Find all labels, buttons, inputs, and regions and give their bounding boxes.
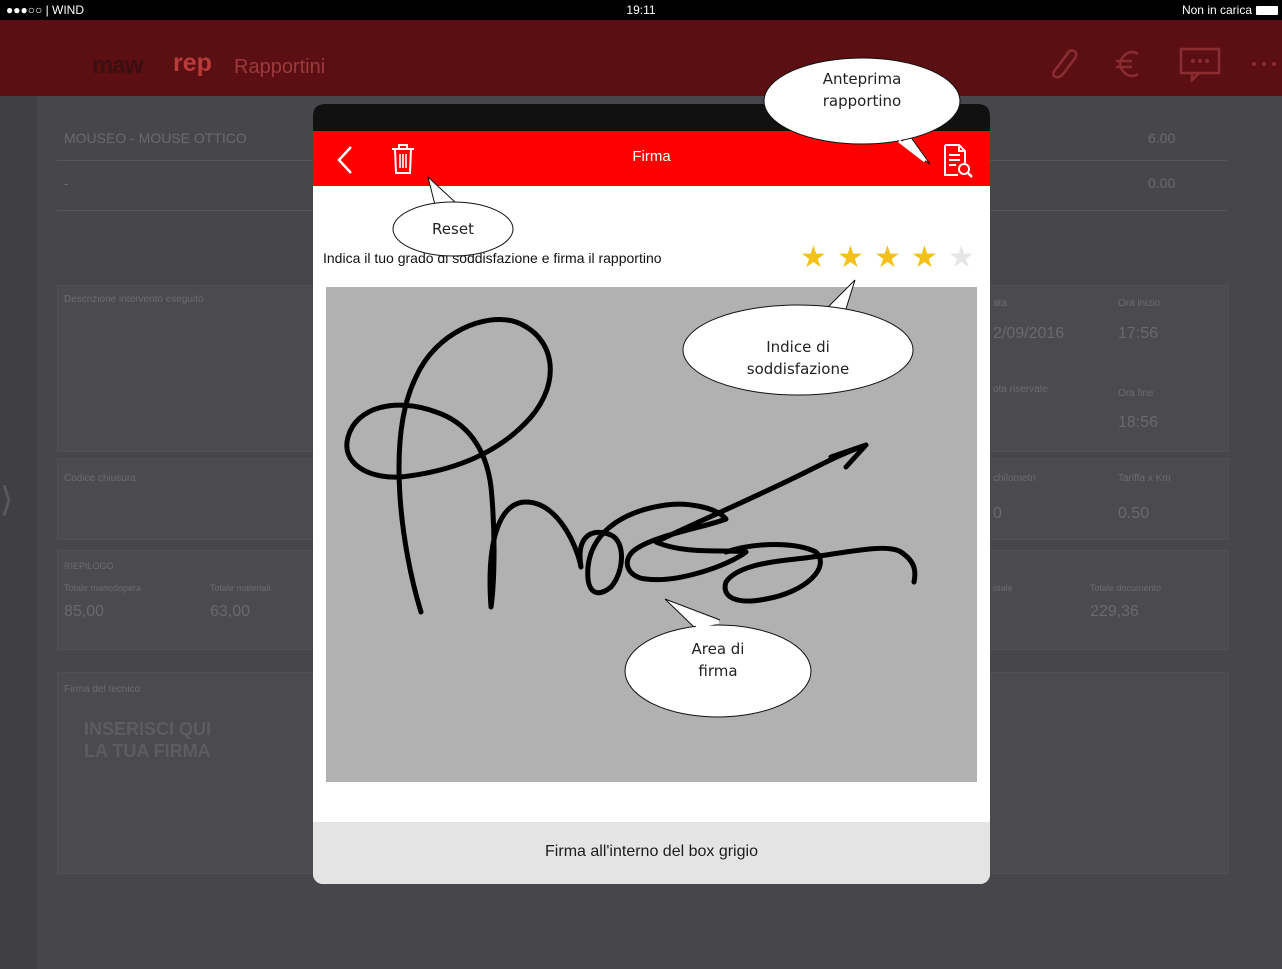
partial-total-label: otale (993, 583, 1013, 593)
km-rate-value: 0.50 (1118, 505, 1150, 522)
end-time-label: Ora fine (1118, 388, 1154, 399)
summary-label: RIEPILOGO (64, 561, 114, 571)
tech-signature-label: Firma del tecnico (64, 684, 141, 695)
km-label: chilometri (993, 473, 1036, 484)
logo-prefix: maw (92, 52, 143, 79)
battery-icon (1256, 6, 1278, 15)
start-time-label: Ora inizio (1118, 298, 1161, 309)
item-value: 6.00 (1148, 130, 1176, 146)
labor-total-value: 85,00 (64, 603, 105, 620)
signature-canvas[interactable] (326, 287, 977, 782)
closing-code-label: Codice chiusura (64, 473, 136, 484)
side-drawer-handle[interactable]: ⟩ (0, 480, 30, 530)
logo-brand: rep (173, 49, 212, 77)
date-value: 2/09/2016 (993, 325, 1065, 342)
dialog-top-strip (313, 104, 990, 131)
app-bar: maw rep Rapportini (0, 20, 1282, 96)
euro-icon[interactable] (1110, 46, 1146, 82)
item-name: MOUSEO - MOUSE OTTICO (64, 130, 247, 146)
charging-status: Non in carica (1181, 3, 1252, 17)
clock: 19:11 (626, 3, 656, 17)
star-4-icon[interactable]: ★ (906, 243, 943, 273)
rating-prompt: Indica il tuo grado di soddisfazione e f… (323, 250, 662, 266)
paperclip-icon[interactable] (1045, 46, 1081, 82)
km-rate-label: Tariffa x Km (1118, 473, 1171, 484)
signature-dialog: Firma Indica il tuo grado di soddisfazio… (313, 104, 990, 884)
reserved-notes-label: ota riservate (993, 384, 1049, 395)
dialog-header: Firma (313, 131, 990, 186)
chat-icon[interactable] (1178, 46, 1222, 82)
material-total-value: 63,00 (210, 603, 251, 620)
status-bar: ●●●○○ | WIND 19:11 Non in carica (0, 0, 1282, 20)
km-value: 0 (993, 505, 1002, 522)
placeholder-line-1: INSERISCI QUI (84, 719, 212, 739)
star-5-icon[interactable]: ★ (943, 243, 980, 273)
item-name: - (64, 175, 69, 191)
placeholder-line-2: LA TUA FIRMA (84, 741, 211, 761)
date-label: ata (993, 298, 1007, 309)
description-label: Descrizione intervento eseguito (64, 294, 204, 305)
end-time-value: 18:56 (1118, 414, 1159, 431)
start-time-value: 17:56 (1118, 325, 1159, 342)
star-3-icon[interactable]: ★ (869, 243, 906, 273)
total-document-value: 229,36 (1090, 603, 1139, 620)
satisfaction-rating[interactable]: ★ ★ ★ ★ ★ (795, 243, 980, 273)
material-total-label: Totale materiali (210, 583, 271, 593)
tech-signature-placeholder[interactable]: INSERISCI QUI LA TUA FIRMA (84, 718, 284, 848)
labor-total-label: Totale manodopera (64, 583, 142, 593)
app-title: Rapportini (234, 56, 326, 78)
document-preview-icon[interactable] (942, 143, 974, 179)
dialog-footer: Firma all'interno del box grigio (313, 822, 990, 884)
more-icon[interactable] (1246, 46, 1282, 82)
footer-hint: Firma all'interno del box grigio (545, 843, 758, 860)
dialog-title: Firma (632, 148, 671, 165)
star-2-icon[interactable]: ★ (832, 243, 869, 273)
item-value: 0.00 (1148, 175, 1176, 191)
total-document-label: Totale documento (1090, 583, 1162, 593)
star-1-icon[interactable]: ★ (795, 243, 832, 273)
signature-stroke (344, 316, 918, 615)
